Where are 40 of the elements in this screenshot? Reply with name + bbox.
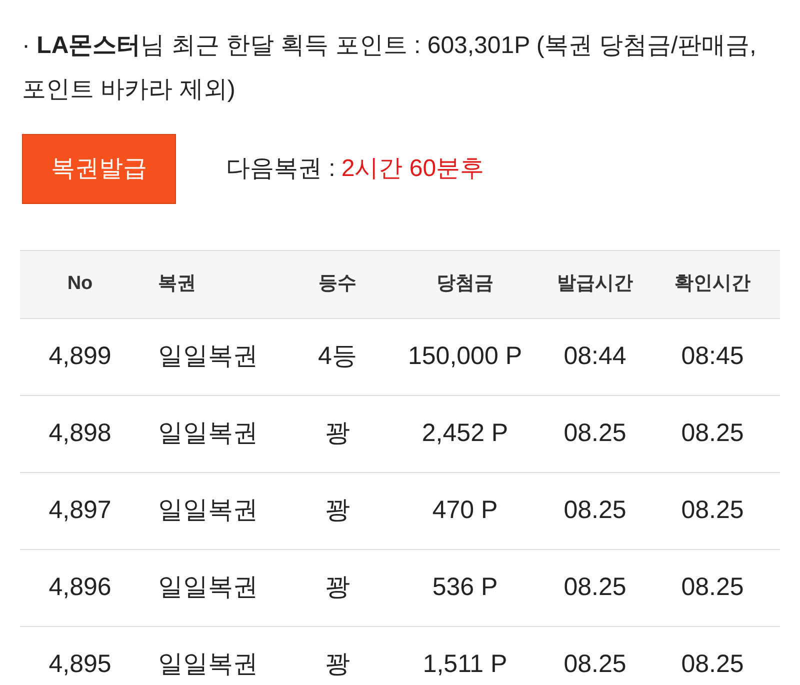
table-cell: 4,898 (48, 419, 112, 448)
issue-ticket-button[interactable]: 복권발급 (22, 134, 176, 204)
table-cell: 일일복권 (158, 496, 258, 524)
table-cell: 꽝 (325, 496, 350, 524)
column-header: 발급시간 (557, 273, 633, 294)
table-cell: 일일복권 (158, 650, 258, 678)
table-cell: 150,000 P (408, 342, 522, 370)
points-notice: · LA몬스터님 최근 한달 획득 포인트 : 603,301P (복권 당첨금/판매금, 포인트 바카라 제외) (22, 31, 758, 105)
table-cell: 4,899 (48, 342, 112, 370)
table-cell: 08:44 (564, 342, 626, 370)
table-cell: 08.25 (681, 573, 744, 602)
table-cell: 4,896 (48, 573, 112, 602)
next-ticket-label: 다음복권 : (226, 154, 336, 184)
table-cell: 일일복권 (158, 342, 258, 370)
column-header: 복권 (158, 273, 196, 294)
table-cell: 470 P (432, 496, 498, 524)
table-cell: 08.25 (681, 496, 744, 524)
table-cell: 4,897 (48, 496, 112, 524)
table-cell: 08.25 (564, 496, 626, 524)
table-cell: 일일복권 (158, 573, 258, 602)
table-cell: 일일복권 (158, 419, 258, 448)
table-cell: 4,895 (48, 650, 112, 678)
next-ticket-time: 2시간 60분후 (341, 154, 484, 184)
column-header: 등수 (318, 273, 356, 294)
table-cell: 08:45 (681, 342, 744, 370)
table-cell: 08.25 (564, 650, 626, 678)
table-cell: 꽝 (325, 419, 350, 448)
column-header: 당첨금 (436, 273, 494, 294)
table-cell: 꽝 (325, 650, 350, 678)
table-cell: 2,452 P (422, 419, 508, 448)
table-cell: 1,511 P (422, 650, 508, 678)
table-cell: 08.25 (681, 419, 744, 448)
table-cell: 꽝 (325, 573, 350, 602)
table-cell: 08.25 (681, 650, 744, 678)
table-cell: 4등 (318, 342, 357, 370)
column-header: No (67, 273, 93, 294)
table-cell: 08.25 (564, 419, 626, 448)
table-cell: 536 P (432, 573, 498, 602)
column-header: 확인시간 (674, 273, 750, 294)
table-cell: 08.25 (564, 573, 626, 602)
